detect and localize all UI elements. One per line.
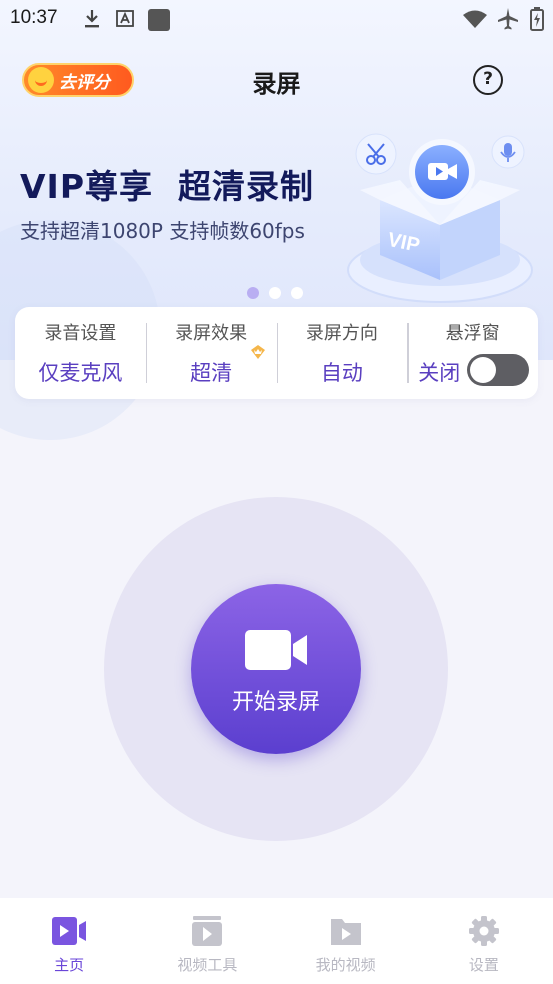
settings-card: 录音设置 仅麦克风 录屏效果 超清 录屏方向 自动 悬浮窗 关闭 bbox=[15, 307, 538, 399]
download-icon bbox=[85, 10, 99, 28]
audio-setting[interactable]: 录音设置 仅麦克风 bbox=[15, 307, 146, 399]
floating-window-label: 悬浮窗 bbox=[445, 323, 500, 344]
bottom-navigation: 主页 视频工具 我的视频 设置 bbox=[0, 898, 553, 984]
nav-item-settings[interactable]: 设置 bbox=[415, 898, 553, 984]
audio-setting-value: 仅麦克风 bbox=[38, 361, 123, 385]
audio-setting-label: 录音设置 bbox=[44, 323, 117, 344]
quality-setting[interactable]: 录屏效果 超清 bbox=[145, 307, 277, 399]
square-notification-icon bbox=[148, 9, 170, 31]
vip-crown-icon bbox=[250, 345, 265, 359]
video-camera-icon bbox=[245, 630, 307, 670]
nav-label-video-tools: 视频工具 bbox=[177, 956, 238, 974]
nav-item-home[interactable]: 主页 bbox=[0, 898, 138, 984]
page-title: 录屏 bbox=[252, 70, 301, 98]
airplane-mode-icon bbox=[498, 8, 518, 30]
video-tools-icon bbox=[192, 916, 223, 946]
orientation-setting[interactable]: 录屏方向 自动 bbox=[276, 307, 408, 399]
question-mark-icon: ? bbox=[483, 69, 493, 89]
start-recording-button[interactable]: 开始录屏 bbox=[191, 584, 361, 754]
nav-label-settings: 设置 bbox=[468, 956, 499, 974]
orientation-setting-value: 自动 bbox=[320, 361, 363, 385]
orientation-setting-label: 录屏方向 bbox=[305, 323, 378, 344]
start-recording-label: 开始录屏 bbox=[231, 690, 320, 715]
help-button[interactable]: ? bbox=[473, 65, 503, 95]
nav-label-home: 主页 bbox=[54, 956, 85, 974]
gear-icon bbox=[468, 916, 499, 946]
quality-setting-value: 超清 bbox=[190, 361, 233, 385]
nav-item-video-tools[interactable]: 视频工具 bbox=[138, 898, 276, 984]
banner-dot[interactable] bbox=[291, 287, 303, 299]
quality-setting-label: 录屏效果 bbox=[175, 323, 248, 344]
floating-window-value: 关闭 bbox=[418, 361, 461, 385]
toggle-knob bbox=[470, 357, 497, 383]
status-time: 10:37 bbox=[10, 7, 58, 28]
video-folder-icon bbox=[330, 919, 361, 945]
video-camera-icon bbox=[52, 917, 87, 945]
banner-dot-active[interactable] bbox=[247, 287, 259, 299]
banner-subtitle: 支持超清1080P 支持帧数60fps bbox=[20, 219, 305, 243]
nav-label-my-videos: 我的视频 bbox=[315, 956, 376, 974]
banner-dot[interactable] bbox=[269, 287, 281, 299]
keyboard-a-icon bbox=[116, 10, 134, 27]
vip-box-illustration: VIP bbox=[347, 133, 533, 303]
status-bar: 10:37 bbox=[0, 0, 553, 38]
floating-window-toggle[interactable] bbox=[467, 354, 530, 386]
battery-charging-icon bbox=[530, 7, 544, 31]
wifi-icon bbox=[463, 10, 487, 28]
banner-title: VIP尊享 超清录制 bbox=[20, 167, 314, 206]
floating-window-setting: 悬浮窗 关闭 bbox=[407, 307, 538, 399]
banner-pagination bbox=[247, 287, 303, 299]
nav-item-my-videos[interactable]: 我的视频 bbox=[277, 898, 415, 984]
